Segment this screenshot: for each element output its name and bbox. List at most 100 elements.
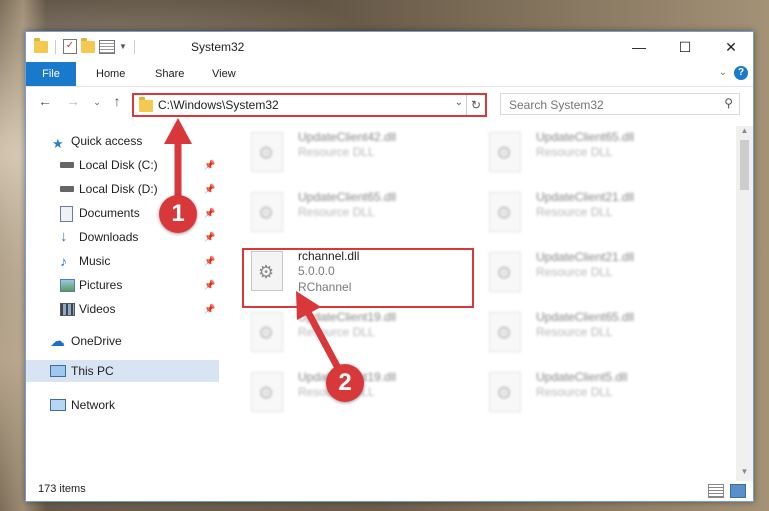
search-box[interactable]: ⚲ xyxy=(500,93,740,115)
address-path: C:\Windows\System32 xyxy=(158,98,279,112)
window-title: System32 xyxy=(191,40,245,54)
sidebar-item-this-pc[interactable]: This PC xyxy=(26,360,219,382)
file-tile[interactable]: UpdateClient42.dll Resource DLL xyxy=(246,128,476,180)
file-description: Resource DLL xyxy=(298,325,375,339)
search-input[interactable] xyxy=(507,96,711,114)
file-description: Resource DLL xyxy=(536,265,613,279)
network-icon xyxy=(50,399,66,411)
file-description: Resource DLL xyxy=(536,385,613,399)
file-description: Resource DLL xyxy=(298,145,375,159)
drive-icon xyxy=(60,186,74,192)
dll-file-icon xyxy=(489,132,521,172)
address-bar[interactable]: C:\Windows\System32 ⌄ ↻ xyxy=(132,93,487,117)
file-description: Resource DLL xyxy=(536,325,613,339)
sidebar-item-label: OneDrive xyxy=(71,334,122,348)
pin-icon[interactable]: 📌 xyxy=(204,298,215,320)
toolbar-divider xyxy=(133,39,135,54)
pictures-icon xyxy=(60,279,75,292)
refresh-icon[interactable]: ↻ xyxy=(466,95,485,115)
tab-view[interactable]: View xyxy=(200,62,248,86)
tiles-view-icon[interactable] xyxy=(730,484,746,498)
properties-check-icon[interactable]: ✓ xyxy=(63,39,77,54)
chevron-down-icon[interactable]: ▼ xyxy=(119,42,127,51)
chevron-down-icon[interactable]: ⌄ xyxy=(455,97,463,108)
file-name: UpdateClient21.dll xyxy=(536,190,635,204)
close-button[interactable]: ✕ xyxy=(708,32,754,62)
sidebar-item-network[interactable]: Network xyxy=(26,394,219,416)
file-name: UpdateClient42.dll xyxy=(298,130,397,144)
pin-icon[interactable]: 📌 xyxy=(204,202,215,224)
cloud-icon: ☁ xyxy=(50,333,65,350)
help-icon[interactable]: ? xyxy=(734,66,748,80)
recent-locations-icon[interactable]: ⌄ xyxy=(88,97,106,108)
dll-file-icon xyxy=(251,372,283,412)
pin-icon[interactable]: 📌 xyxy=(204,274,215,296)
details-view-icon[interactable] xyxy=(708,484,724,498)
file-tile[interactable]: UpdateClient5.dll Resource DLL xyxy=(484,368,714,420)
file-description: Resource DLL xyxy=(298,205,375,219)
status-bar: 173 items xyxy=(26,479,753,501)
sidebar-item-label: Videos xyxy=(79,302,116,316)
file-name: UpdateClient65.dll xyxy=(536,130,635,144)
file-tile[interactable]: UpdateClient65.dll Resource DLL xyxy=(484,308,714,360)
sidebar-item-onedrive[interactable]: ☁ OneDrive xyxy=(26,330,219,352)
file-tile[interactable]: UpdateClient65.dll Resource DLL xyxy=(484,128,714,180)
pin-icon[interactable]: 📌 xyxy=(204,250,215,272)
videos-icon xyxy=(60,303,75,316)
pin-icon[interactable]: 📌 xyxy=(204,178,215,200)
dll-file-icon xyxy=(251,132,283,172)
sidebar-item-videos[interactable]: Videos 📌 xyxy=(26,298,219,320)
tab-share[interactable]: Share xyxy=(143,62,196,86)
file-description: Resource DLL xyxy=(536,145,613,159)
step-1-badge: 1 xyxy=(159,195,197,233)
sidebar-item-label: Music xyxy=(79,254,111,268)
tab-file[interactable]: File xyxy=(26,62,76,86)
sidebar-item-pictures[interactable]: Pictures 📌 xyxy=(26,274,219,296)
pin-icon[interactable]: 📌 xyxy=(204,226,215,248)
tab-home[interactable]: Home xyxy=(84,62,137,86)
forward-arrow-icon[interactable]: → xyxy=(64,93,82,109)
computer-icon xyxy=(50,365,66,377)
dll-file-icon xyxy=(251,192,283,232)
dll-file-icon xyxy=(489,312,521,352)
new-folder-icon[interactable] xyxy=(81,37,95,53)
file-tile[interactable]: UpdateClient65.dll Resource DLL xyxy=(246,188,476,240)
file-tile[interactable]: UpdateClient21.dll Resource DLL xyxy=(484,188,714,240)
documents-icon xyxy=(60,206,73,222)
expand-ribbon-icon[interactable]: ⌄ xyxy=(719,67,727,78)
maximize-button[interactable]: ☐ xyxy=(662,32,708,62)
drive-icon xyxy=(60,162,74,168)
search-icon: ⚲ xyxy=(724,96,733,110)
scrollbar-thumb[interactable] xyxy=(740,140,749,190)
item-count: 173 items xyxy=(38,483,86,495)
file-explorer-window: ✓ ▼ System32 — ☐ ✕ File Home Share View … xyxy=(25,31,754,502)
highlight-box-rchannel xyxy=(242,248,474,308)
pin-icon[interactable]: 📌 xyxy=(204,154,215,176)
sidebar-item-local-disk-c[interactable]: Local Disk (C:) 📌 xyxy=(26,154,219,176)
file-name: UpdateClient19.dll xyxy=(298,310,397,324)
scroll-up-icon[interactable]: ▲ xyxy=(736,126,753,140)
file-tile[interactable]: UpdateClient21.dll Resource DLL xyxy=(484,248,714,300)
up-arrow-icon[interactable]: ↑ xyxy=(108,93,126,109)
folder-icon xyxy=(34,37,48,53)
dll-file-icon xyxy=(251,312,283,352)
step-2-badge: 2 xyxy=(326,364,364,402)
sidebar-item-music[interactable]: ♪ Music 📌 xyxy=(26,250,219,272)
file-tile[interactable]: UpdateClient19.dll Resource DLL xyxy=(246,308,476,360)
file-name: UpdateClient5.dll xyxy=(536,370,628,384)
dll-file-icon xyxy=(489,252,521,292)
vertical-scrollbar[interactable]: ▲ ▼ xyxy=(736,126,753,481)
file-name: UpdateClient65.dll xyxy=(298,190,397,204)
toolbar-divider xyxy=(55,39,56,54)
sidebar-item-label: Local Disk (C:) xyxy=(79,158,158,172)
customize-list-icon[interactable] xyxy=(99,39,115,54)
title-bar: ✓ ▼ System32 — ☐ ✕ xyxy=(26,32,753,62)
file-name: UpdateClient21.dll xyxy=(536,250,635,264)
sidebar-item-local-disk-d[interactable]: Local Disk (D:) 📌 xyxy=(26,178,219,200)
sidebar-item-quick-access[interactable]: ★ Quick access xyxy=(26,130,219,152)
minimize-button[interactable]: — xyxy=(616,32,662,62)
back-arrow-icon[interactable]: ← xyxy=(36,93,54,109)
sidebar-item-downloads[interactable]: ↓ Downloads 📌 xyxy=(26,226,219,248)
sidebar-item-label: Downloads xyxy=(79,230,139,244)
sidebar-item-label: Documents xyxy=(79,206,140,220)
